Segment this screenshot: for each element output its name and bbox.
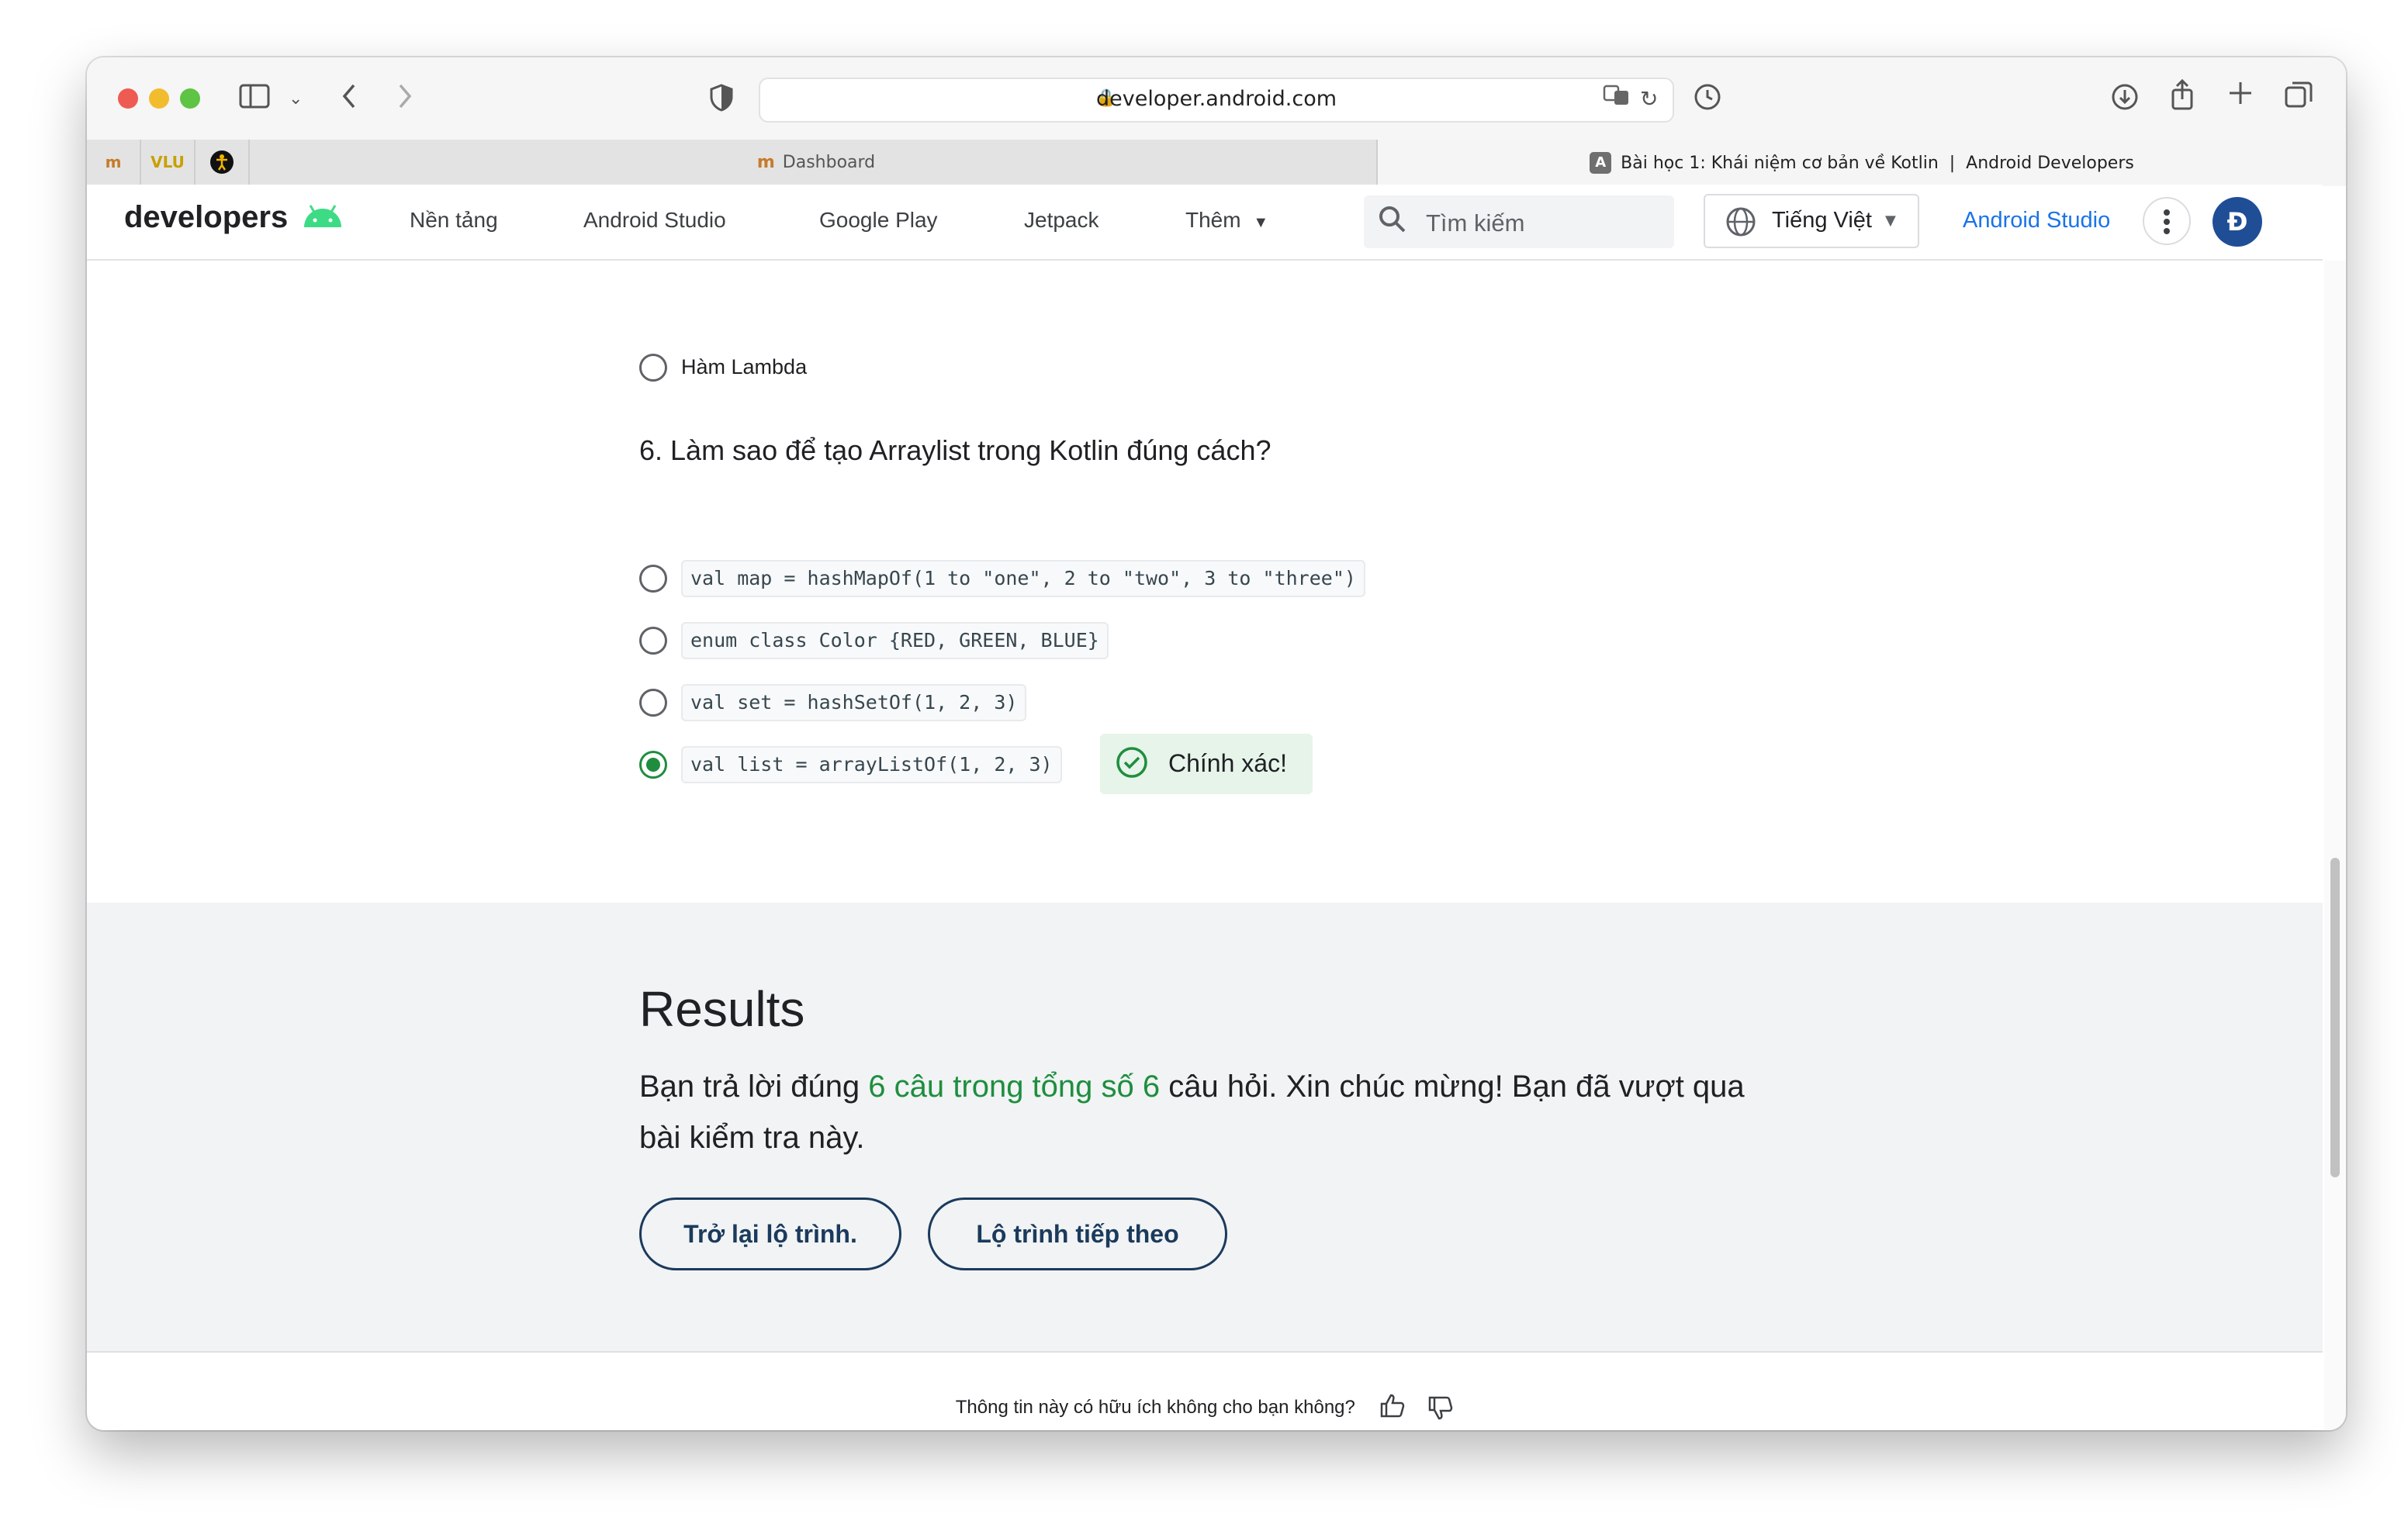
results-text-before: Bạn trả lời đúng xyxy=(639,1070,869,1104)
thumbs-down-icon[interactable] xyxy=(1427,1396,1454,1421)
share-icon[interactable] xyxy=(2169,78,2195,119)
main-content: Hàm Lambda 6. Làm sao để tạo Arraylist t… xyxy=(87,261,2323,1430)
caret-down-icon: ▼ xyxy=(1885,213,1896,229)
radio-option-4-selected[interactable] xyxy=(639,751,667,779)
nav-google-play[interactable]: Google Play xyxy=(819,208,938,233)
browser-toolbar: ⌄ 🔒 developer.android.com ↻ xyxy=(87,57,2346,140)
check-circle-icon xyxy=(1116,747,1147,778)
option-4-code: val list = arrayListOf(1, 2, 3) xyxy=(681,746,1062,783)
option-3-code: val set = hashSetOf(1, 2, 3) xyxy=(681,684,1027,721)
feedback-question: Thông tin này có hữu ích không cho bạn k… xyxy=(955,1397,1355,1418)
tab-active-label: Bài học 1: Khái niệm cơ bản về Kotlin | … xyxy=(1621,153,2134,173)
chevron-down-icon[interactable]: ⌄ xyxy=(289,84,303,115)
results-summary: Bạn trả lời đúng 6 câu trong tổng số 6 c… xyxy=(639,1061,1756,1163)
address-bar[interactable]: 🔒 developer.android.com ↻ xyxy=(759,78,1674,123)
site-header: developers Nền tảng Android Studio Googl… xyxy=(87,185,2323,261)
pinned-tab-1[interactable]: m xyxy=(87,140,141,185)
privacy-shield-icon[interactable] xyxy=(709,84,734,119)
next-pathway-button[interactable]: Lộ trình tiếp theo xyxy=(928,1197,1227,1270)
results-title: Results xyxy=(639,981,805,1037)
android-logo-icon xyxy=(304,205,342,227)
close-window-button[interactable] xyxy=(118,88,138,109)
results-score: 6 câu trong tổng số 6 xyxy=(868,1070,1161,1104)
nav-more-label: Thêm xyxy=(1185,208,1241,232)
forward-icon[interactable] xyxy=(396,81,414,119)
language-label: Tiếng Việt xyxy=(1772,208,1872,233)
nav-android-studio[interactable]: Android Studio xyxy=(583,208,726,233)
globe-icon xyxy=(1726,207,1756,237)
radio-option-2[interactable] xyxy=(639,627,667,655)
minimize-window-button[interactable] xyxy=(149,88,169,109)
reload-icon[interactable]: ↻ xyxy=(1640,84,1658,115)
back-to-pathway-button[interactable]: Trở lại lộ trình. xyxy=(639,1197,901,1270)
search-icon xyxy=(1378,205,1407,241)
option-2-code: enum class Color {RED, GREEN, BLUE} xyxy=(681,622,1109,659)
url-text: developer.android.com xyxy=(1095,87,1337,111)
avatar[interactable]: Đ xyxy=(2213,197,2262,247)
pinned-tab-3[interactable] xyxy=(195,140,250,185)
option-lambda-label: Hàm Lambda xyxy=(681,355,808,378)
question-title: 6. Làm sao để tạo Arraylist trong Kotlin… xyxy=(639,434,1271,466)
accessibility-icon xyxy=(210,150,234,174)
thumbs-up-icon[interactable] xyxy=(1379,1393,1406,1418)
history-clock-icon[interactable] xyxy=(1693,82,1722,119)
correct-feedback: Chính xác! xyxy=(1100,734,1313,794)
nav-more[interactable]: Thêm ▼ xyxy=(1185,208,1268,233)
tab-active[interactable]: A Bài học 1: Khái niệm cơ bản về Kotlin … xyxy=(1378,140,2346,186)
caret-down-icon: ▼ xyxy=(1253,214,1269,231)
tab-overview-icon[interactable] xyxy=(2284,81,2313,117)
back-icon[interactable] xyxy=(340,81,358,119)
correct-feedback-text: Chính xác! xyxy=(1168,749,1287,777)
logo-text: developers xyxy=(124,200,289,234)
scrollbar[interactable] xyxy=(2324,261,2346,1430)
nav-platform[interactable]: Nền tảng xyxy=(410,208,498,233)
tab-dashboard-label: Dashboard xyxy=(782,152,876,172)
radio-option-1[interactable] xyxy=(639,565,667,593)
sidebar-toggle-icon[interactable] xyxy=(239,82,270,117)
option-1-code: val map = hashMapOf(1 to "one", 2 to "tw… xyxy=(681,560,1365,597)
moodle-favicon-icon: m xyxy=(756,152,775,172)
tab-bar: m VLU m Dashboard A Bài học 1: Khái niệm… xyxy=(87,140,2346,186)
search-box[interactable]: Tìm kiếm xyxy=(1364,195,1674,248)
android-studio-link[interactable]: Android Studio xyxy=(1963,208,2110,233)
translate-icon[interactable] xyxy=(1603,84,1631,116)
search-placeholder: Tìm kiếm xyxy=(1426,209,1525,237)
nav-jetpack[interactable]: Jetpack xyxy=(1024,208,1099,233)
more-vert-icon xyxy=(2164,209,2170,234)
downloads-icon[interactable] xyxy=(2110,82,2140,119)
android-favicon-icon: A xyxy=(1590,152,1612,174)
language-selector[interactable]: Tiếng Việt ▼ xyxy=(1704,194,1919,248)
tab-dashboard[interactable]: m Dashboard xyxy=(256,140,1378,185)
zoom-window-button[interactable] xyxy=(180,88,200,109)
pinned-tab-2[interactable]: VLU xyxy=(141,140,195,185)
developers-logo[interactable]: developers xyxy=(124,200,344,235)
page-feedback: Thông tin này có hữu ích không cho bạn k… xyxy=(87,1393,2323,1421)
radio-lambda[interactable] xyxy=(639,354,667,382)
scrollbar-thumb[interactable] xyxy=(2330,858,2340,1177)
results-section: Results Bạn trả lời đúng 6 câu trong tổn… xyxy=(87,903,2323,1353)
new-tab-icon[interactable] xyxy=(2226,79,2254,114)
more-options-button[interactable] xyxy=(2143,197,2191,245)
browser-window: ⌄ 🔒 developer.android.com ↻ m VLU m Dash… xyxy=(87,57,2346,1430)
radio-option-3[interactable] xyxy=(639,689,667,717)
